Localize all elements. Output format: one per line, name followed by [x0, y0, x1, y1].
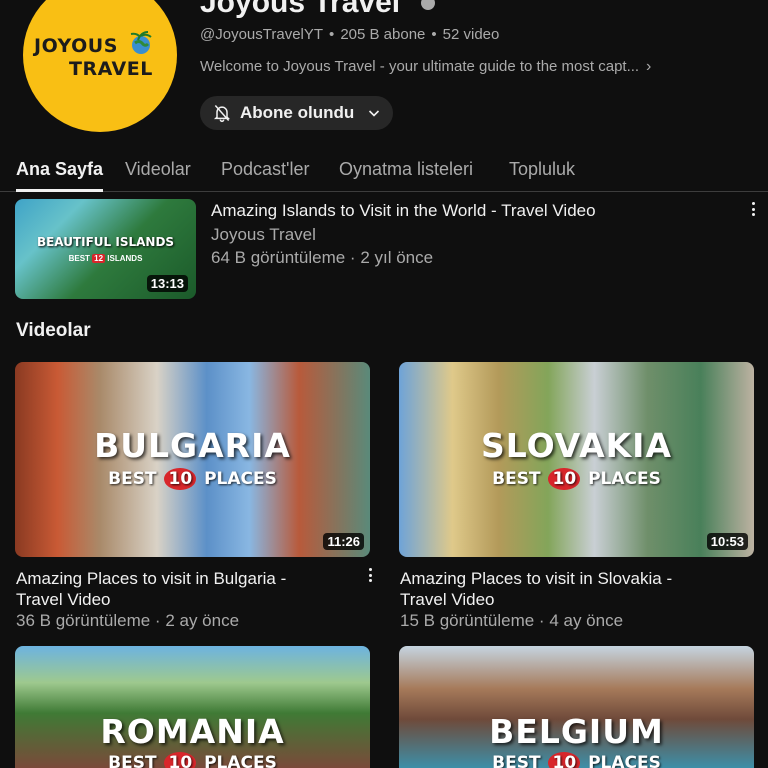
channel-handle: @JoyousTravelYT	[200, 26, 324, 43]
video-title[interactable]: Amazing Places to visit in Bulgaria - Tr…	[16, 568, 336, 610]
tab-podcasts[interactable]: Podcast'ler	[221, 159, 309, 180]
subscriber-count: 205 B abone	[340, 26, 426, 43]
tab-home[interactable]: Ana Sayfa	[16, 159, 103, 180]
section-title: Videolar	[16, 320, 91, 341]
featured-video-channel[interactable]: Joyous Travel	[211, 225, 316, 245]
video-thumbnail[interactable]: ROMANIA BEST 10 PLACES	[15, 646, 370, 768]
upload-age: 2 ay önce	[165, 611, 240, 630]
video-thumbnail[interactable]: SLOVAKIA BEST 10 PLACES 10:53	[399, 362, 754, 557]
thumbnail-sub-post: PLACES	[588, 469, 661, 489]
tab-videos[interactable]: Videolar	[125, 159, 191, 180]
thumbnail-title: ROMANIA	[100, 712, 285, 751]
chevron-right-icon[interactable]: ›	[646, 58, 651, 76]
video-title[interactable]: Amazing Places to visit in Slovakia - Tr…	[400, 568, 720, 610]
subscribed-label: Abone olundu	[240, 103, 355, 122]
more-vertical-icon[interactable]	[368, 568, 372, 582]
thumbnail-title: BELGIUM	[489, 712, 664, 751]
avatar-logo-line1: JOYOUS	[34, 35, 118, 57]
thumbnail-sub-number: 12	[92, 254, 106, 263]
thumbnail-subcaption: BEST 12 ISLANDS	[15, 254, 196, 263]
channel-meta: @JoyousTravelYT • 205 B abone • 52 video	[200, 26, 500, 43]
channel-avatar[interactable]: JOYOUS TRAVEL	[23, 0, 177, 132]
duration-badge: 11:26	[323, 533, 364, 550]
tab-playlists[interactable]: Oynatma listeleri	[339, 159, 473, 180]
thumbnail-subtitle: BEST 10 PLACES	[399, 752, 754, 768]
thumbnail-title: SLOVAKIA	[480, 426, 672, 465]
channel-title: Joyous Travel	[200, 0, 401, 19]
featured-video-title[interactable]: Amazing Islands to Visit in the World - …	[211, 201, 596, 221]
thumbnail-subtitle: BEST 10 PLACES	[399, 468, 754, 490]
thumbnail-sub-pre: BEST	[108, 469, 157, 489]
featured-video-thumbnail[interactable]: BEAUTIFUL ISLANDS BEST 12 ISLANDS 13:13	[15, 199, 196, 299]
video-thumbnail[interactable]: BELGIUM BEST 10 PLACES	[399, 646, 754, 768]
avatar-logo-line2: TRAVEL	[69, 58, 153, 80]
subscribed-button[interactable]: Abone olundu	[200, 96, 393, 130]
view-count: 64 B görüntüleme	[211, 248, 346, 267]
thumbnail-sub-post: PLACES	[204, 753, 277, 768]
thumbnail-sub-number: 10	[164, 752, 197, 768]
channel-tabs: Ana Sayfa Videolar Podcast'ler Oynatma l…	[0, 152, 768, 192]
chevron-down-icon	[369, 110, 380, 117]
thumbnail-sub-post: ISLANDS	[107, 254, 143, 263]
thumbnail-sub-number: 10	[548, 752, 581, 768]
thumbnail-sub-number: 10	[548, 468, 581, 490]
duration-badge: 13:13	[146, 275, 188, 292]
globe-palm-icon	[130, 31, 152, 54]
thumbnail-sub-pre: BEST	[492, 469, 541, 489]
thumbnail-caption: BEAUTIFUL ISLANDS	[36, 235, 175, 249]
verified-badge-icon	[421, 0, 435, 10]
thumbnail-subtitle: BEST 10 PLACES	[15, 468, 370, 490]
video-thumbnail[interactable]: BULGARIA BEST 10 PLACES 11:26	[15, 362, 370, 557]
thumbnail-sub-post: PLACES	[588, 753, 661, 768]
thumbnail-subtitle: BEST 10 PLACES	[15, 752, 370, 768]
more-vertical-icon[interactable]	[751, 202, 755, 216]
active-tab-indicator	[16, 189, 103, 192]
thumbnail-sub-post: PLACES	[204, 469, 277, 489]
upload-age: 2 yıl önce	[360, 248, 434, 267]
upload-age: 4 ay önce	[549, 611, 624, 630]
thumbnail-sub-pre: BEST	[108, 753, 157, 768]
thumbnail-sub-pre: BEST	[492, 753, 541, 768]
channel-description[interactable]: Welcome to Joyous Travel - your ultimate…	[200, 58, 639, 75]
featured-video-meta: 64 B görüntüleme · 2 yıl önce	[211, 248, 434, 267]
tab-community[interactable]: Topluluk	[509, 159, 575, 180]
video-meta: 15 B görüntüleme · 4 ay önce	[400, 611, 624, 630]
view-count: 36 B görüntüleme	[16, 611, 151, 630]
video-count: 52 video	[442, 26, 500, 43]
thumbnail-sub-pre: BEST	[68, 254, 90, 263]
video-meta: 36 B görüntüleme · 2 ay önce	[16, 611, 240, 630]
thumbnail-title: BULGARIA	[94, 426, 291, 465]
view-count: 15 B görüntüleme	[400, 611, 535, 630]
duration-badge: 10:53	[706, 533, 748, 550]
bell-off-icon	[213, 105, 231, 123]
thumbnail-sub-number: 10	[164, 468, 197, 490]
